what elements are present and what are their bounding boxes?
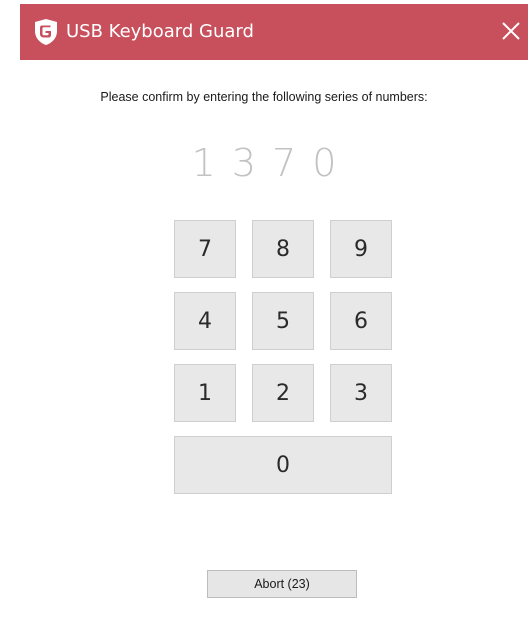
close-icon[interactable] (496, 16, 526, 46)
key-5[interactable]: 5 (252, 292, 314, 350)
key-3[interactable]: 3 (330, 364, 392, 422)
abort-button[interactable]: Abort (23) (207, 570, 357, 598)
key-1[interactable]: 1 (174, 364, 236, 422)
confirmation-prompt: Please confirm by entering the following… (100, 90, 428, 104)
code-digit: 1 (191, 141, 216, 185)
key-8[interactable]: 8 (252, 220, 314, 278)
code-digit: 3 (231, 141, 256, 185)
code-digit: 7 (272, 141, 297, 185)
key-7[interactable]: 7 (174, 220, 236, 278)
g-data-shield-icon (34, 18, 58, 46)
usb-keyboard-guard-window: USB Keyboard Guard Please confirm by ent… (0, 0, 528, 632)
numeric-keypad: 7 8 9 4 5 6 1 2 3 0 (174, 220, 392, 496)
key-0[interactable]: 0 (174, 436, 392, 494)
key-9[interactable]: 9 (330, 220, 392, 278)
key-2[interactable]: 2 (252, 364, 314, 422)
window-title: USB Keyboard Guard (66, 21, 254, 42)
key-6[interactable]: 6 (330, 292, 392, 350)
key-4[interactable]: 4 (174, 292, 236, 350)
code-digit: 0 (312, 141, 337, 185)
code-display: 1370 (0, 140, 528, 186)
title-bar: USB Keyboard Guard (20, 4, 528, 60)
